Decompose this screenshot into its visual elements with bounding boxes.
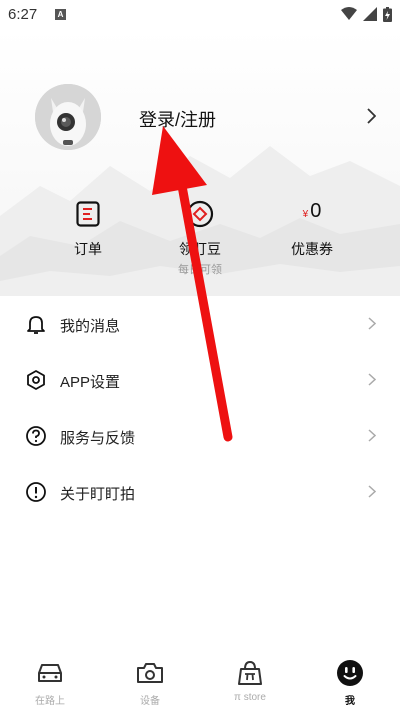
coupons-button[interactable]: ¥ 0 优惠券 [272,200,352,259]
nav-label: 在路上 [35,696,65,707]
info-circle-icon [26,482,46,502]
bean-coin-icon [186,200,214,228]
bottom-nav: 在路上 设备 π store 我 [0,652,400,712]
bag-icon [238,660,262,685]
battery-icon [383,6,392,22]
orders-button[interactable]: 订单 [48,200,128,259]
coupon-count: 0 [310,200,322,222]
nav-label: π store [234,692,266,703]
bell-icon [27,316,45,334]
login-register-link[interactable]: 登录/注册 [139,106,216,132]
menu-item-service-feedback[interactable]: 服务与反馈 [0,408,400,464]
chevron-right-icon [368,429,376,442]
wifi-icon [341,7,357,20]
smiley-icon [337,660,363,686]
coupon-currency: ¥ [302,209,309,220]
orders-label: 订单 [74,241,102,257]
orders-icon [76,201,100,227]
camera-icon [137,663,163,683]
claim-beans-label: 领盯豆 [179,241,221,257]
claim-beans-sub: 每日可领 [178,264,222,276]
hexagon-settings-icon [27,370,45,390]
chevron-right-icon [368,373,376,386]
menu-item-label: 关于盯盯拍 [60,486,136,503]
signal-icon [363,7,377,21]
question-circle-icon [26,426,46,446]
dog-mascot-icon [35,84,101,150]
status-bar: 6:27 A [0,0,400,28]
chevron-right-icon [368,485,376,498]
nav-tab-on-the-road[interactable]: 在路上 [0,652,100,712]
menu-item-about[interactable]: 关于盯盯拍 [0,464,400,520]
chevron-right-icon[interactable] [366,108,376,124]
menu-item-messages[interactable]: 我的消息 [0,296,400,352]
status-time: 6:27 [8,6,38,23]
avatar[interactable] [35,84,101,150]
menu-item-label: APP设置 [60,374,121,391]
coupons-label: 优惠券 [291,241,333,257]
status-icons [341,6,392,22]
menu-item-label: 我的消息 [60,318,121,335]
menu-item-label: 服务与反馈 [60,430,136,447]
claim-beans-button[interactable]: 领盯豆 每日可领 [160,200,240,277]
menu-item-app-settings[interactable]: APP设置 [0,352,400,408]
settings-menu: 我的消息 APP设置 服务与反馈 关于盯盯拍 [0,296,400,520]
nav-label: 我 [345,696,355,707]
nav-tab-pi-store[interactable]: π store [200,652,300,712]
nav-label: 设备 [140,696,160,707]
notification-icon: A [55,9,66,20]
car-icon [38,664,62,682]
nav-tab-devices[interactable]: 设备 [100,652,200,712]
nav-tab-me[interactable]: 我 [300,652,400,712]
chevron-right-icon [368,317,376,330]
